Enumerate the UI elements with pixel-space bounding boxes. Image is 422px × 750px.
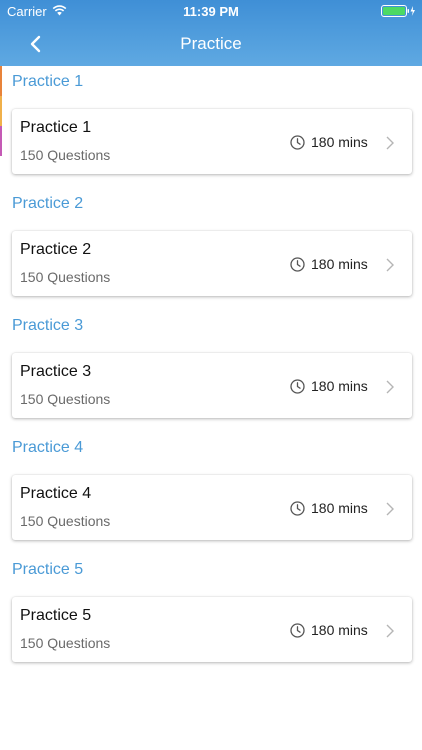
section-header: Practice 1 — [12, 73, 84, 90]
practice-card[interactable]: Practice 5 150 Questions 180 mins — [12, 597, 412, 662]
question-count: 150 Questions — [20, 513, 111, 529]
section-header: Practice 4 — [12, 439, 84, 456]
status-bar: Carrier 11:39 PM — [0, 0, 422, 22]
practice-title: Practice 4 — [20, 485, 92, 502]
chevron-right-icon — [386, 136, 394, 150]
practice-title: Practice 1 — [20, 119, 92, 136]
duration-label: 180 mins — [311, 622, 368, 638]
practice-card[interactable]: Practice 1 150 Questions 180 mins — [12, 109, 412, 174]
chevron-right-icon — [386, 258, 394, 272]
practice-card[interactable]: Practice 4 150 Questions 180 mins — [12, 475, 412, 540]
chevron-right-icon — [386, 502, 394, 516]
clock-icon — [290, 501, 305, 516]
duration-label: 180 mins — [311, 378, 368, 394]
clock-icon — [290, 135, 305, 150]
duration-label: 180 mins — [311, 256, 368, 272]
practice-card[interactable]: Practice 2 150 Questions 180 mins — [12, 231, 412, 296]
chevron-right-icon — [386, 624, 394, 638]
chevron-right-icon — [386, 380, 394, 394]
navigation-bar: Practice — [0, 22, 422, 66]
clock-icon — [290, 623, 305, 638]
duration-label: 180 mins — [311, 500, 368, 516]
question-count: 150 Questions — [20, 147, 111, 163]
section-header: Practice 3 — [12, 317, 84, 334]
duration-label: 180 mins — [311, 134, 368, 150]
practice-title: Practice 5 — [20, 607, 92, 624]
practice-list: Practice 1 Practice 1 150 Questions 180 … — [0, 66, 422, 750]
practice-title: Practice 2 — [20, 241, 92, 258]
clock-icon — [290, 257, 305, 272]
clock-icon — [290, 379, 305, 394]
question-count: 150 Questions — [20, 391, 111, 407]
practice-title: Practice 3 — [20, 363, 92, 380]
battery-icon — [381, 5, 415, 17]
app-header: Carrier 11:39 PM Practice — [0, 0, 422, 66]
practice-card[interactable]: Practice 3 150 Questions 180 mins — [12, 353, 412, 418]
page-title: Practice — [180, 34, 242, 53]
section-header: Practice 2 — [12, 195, 84, 212]
status-time: 11:39 PM — [183, 4, 239, 19]
question-count: 150 Questions — [20, 635, 111, 651]
section-header: Practice 5 — [12, 561, 84, 578]
question-count: 150 Questions — [20, 269, 111, 285]
